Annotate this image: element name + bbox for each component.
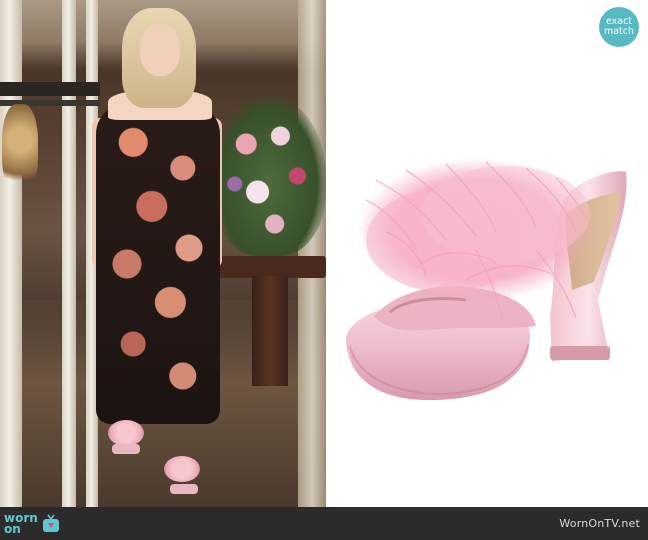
flower-arrangement <box>212 96 326 256</box>
table-top <box>210 256 326 278</box>
site-name[interactable]: WornOnTV.net <box>559 517 640 530</box>
logo-line2: on <box>4 522 21 536</box>
exact-match-badge: exact match <box>599 7 639 47</box>
pillar <box>0 0 22 507</box>
table-leg <box>252 276 288 386</box>
badge-line2: match <box>603 26 635 37</box>
product-photo <box>326 0 648 507</box>
balcony-rail <box>0 82 100 96</box>
scene-photo <box>0 0 326 507</box>
footer-bar: worn on WornOnTV.net <box>0 507 648 540</box>
tv-icon <box>41 514 61 534</box>
ornament <box>2 104 38 194</box>
page-frame: exact match worn on WornOnTV.net <box>0 0 648 540</box>
shoe-platform <box>112 444 140 454</box>
shoe-platform <box>170 484 198 494</box>
wornontv-logo[interactable]: worn on <box>4 511 61 537</box>
floral-dress <box>96 104 220 424</box>
pink-feather-platform-mule-photo <box>346 158 627 401</box>
feather-shoe <box>108 420 144 446</box>
feather-shoe <box>164 456 200 482</box>
logo-text: worn on <box>4 512 38 536</box>
face <box>140 24 180 76</box>
pillar <box>298 0 326 507</box>
pillar <box>62 0 76 507</box>
